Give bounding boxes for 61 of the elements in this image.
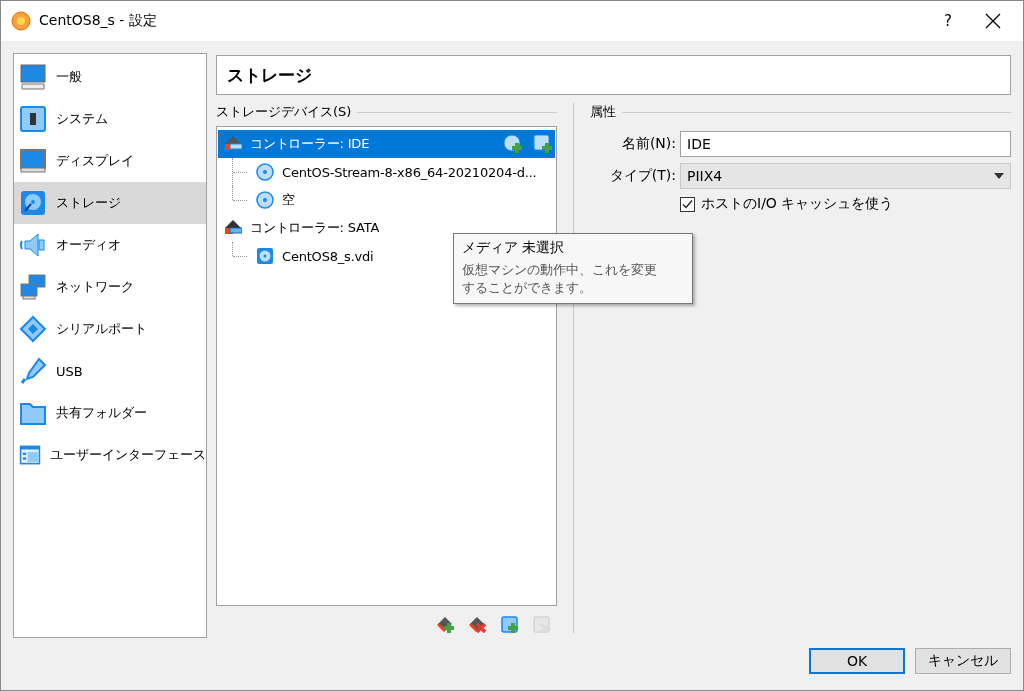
sidebar-item[interactable]: オーディオ	[14, 224, 206, 266]
system-icon	[19, 105, 47, 133]
tree-item[interactable]: CentOS8_s.vdi	[282, 248, 374, 264]
sidebar-label: ネットワーク	[56, 278, 134, 296]
tree-label: コントローラー: SATA	[250, 219, 380, 237]
display-icon	[19, 147, 47, 175]
serial-icon	[19, 315, 47, 343]
page-title: ストレージ	[216, 55, 1011, 95]
dropdown-caret-icon	[994, 173, 1004, 179]
checkbox-label: ホストのI/O キャッシュを使う	[701, 195, 894, 213]
controller-icon	[224, 135, 242, 153]
checkbox[interactable]	[680, 196, 695, 212]
sidebar-label: ユーザーインターフェース	[50, 446, 206, 464]
tooltip-title: メディア 未選択	[462, 239, 566, 257]
type-dropdown[interactable]: PIIX4	[680, 163, 1011, 189]
general-icon	[19, 63, 47, 91]
sidebar-item[interactable]: ユーザーインターフェース	[14, 434, 206, 476]
storage-icon	[19, 189, 47, 217]
add-controller-icon[interactable]	[437, 616, 457, 636]
sidebar-item[interactable]: シリアルポート	[14, 308, 206, 350]
field-label: 名前(N):	[620, 135, 676, 153]
window-title: CentOS8_s - 設定	[39, 12, 158, 30]
disk-icon	[256, 247, 274, 265]
optical-icon	[256, 163, 274, 181]
sidebar-label: オーディオ	[56, 236, 121, 254]
sidebar-item[interactable]: 一般	[14, 56, 206, 98]
audio-icon	[19, 231, 47, 259]
remove-controller-icon[interactable]	[469, 616, 489, 636]
group-label: 属性	[590, 103, 616, 121]
tree-item[interactable]: 空	[282, 191, 295, 209]
controller-icon	[224, 219, 242, 237]
sidebar-label: ディスプレイ	[56, 152, 134, 170]
sidebar-label: 一般	[56, 68, 82, 86]
close-icon[interactable]	[985, 13, 1001, 29]
field-label: タイプ(T):	[608, 167, 676, 185]
sidebar-item[interactable]: ディスプレイ	[14, 140, 206, 182]
tooltip-text: 仮想マシンの動作中、これを変更することができます。	[462, 261, 658, 298]
sidebar-label: システム	[56, 110, 108, 128]
add-attachment-icon[interactable]	[501, 616, 521, 636]
sidebar-item[interactable]: ネットワーク	[14, 266, 206, 308]
sidebar-label: シリアルポート	[56, 320, 147, 338]
add-disc-icon[interactable]	[503, 134, 523, 154]
group-label: ストレージデバイス(S)	[216, 103, 352, 121]
sidebar-item[interactable]: USB	[14, 350, 206, 392]
optical-icon	[256, 191, 274, 209]
help-button[interactable]: ?	[925, 12, 971, 30]
sidebar-label: ストレージ	[56, 194, 121, 212]
sidebar-item[interactable]: 共有フォルダー	[14, 392, 206, 434]
app-logo-icon	[11, 11, 31, 31]
tree-item[interactable]: コントローラー: IDE	[218, 130, 555, 158]
sidebar-item[interactable]: システム	[14, 98, 206, 140]
sidebar-label: 共有フォルダー	[56, 404, 147, 422]
usb-icon	[19, 357, 47, 385]
tree-item[interactable]: CentOS-Stream-8-x86_64-20210204-d...	[282, 164, 537, 180]
dialog-button[interactable]: OK	[809, 648, 905, 674]
dialog-button[interactable]: キャンセル	[915, 648, 1011, 674]
tree-label: コントローラー: IDE	[250, 135, 370, 153]
sidebar-item[interactable]: ストレージ	[14, 182, 206, 224]
sidebar-label: USB	[56, 363, 83, 379]
name-field[interactable]: IDE	[680, 131, 1011, 157]
network-icon	[19, 273, 47, 301]
